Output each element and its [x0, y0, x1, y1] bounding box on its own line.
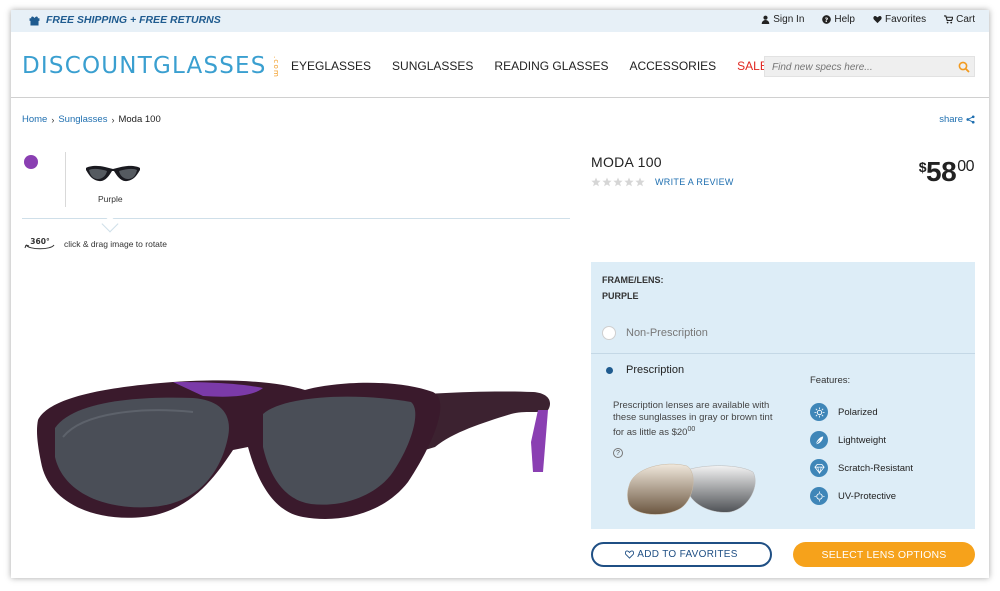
- chevron-right-icon: ›: [111, 114, 115, 125]
- product-image-sunglasses[interactable]: [33, 352, 563, 532]
- search-icon[interactable]: [958, 61, 970, 73]
- main-nav: EYEGLASSES SUNGLASSES READING GLASSES AC…: [291, 59, 768, 73]
- select-lens-options-button[interactable]: SELECT LENS OPTIONS: [793, 542, 975, 567]
- gift-icon: [29, 16, 40, 25]
- feature-scratch-resistant: Scratch-Resistant: [810, 459, 913, 477]
- prescription-radio[interactable]: [602, 363, 616, 377]
- non-prescription-option[interactable]: Non-Prescription: [602, 326, 708, 340]
- breadcrumb-sunglasses[interactable]: Sunglasses: [58, 114, 107, 125]
- chevron-right-icon: ›: [51, 114, 55, 125]
- nav-accessories[interactable]: ACCESSORIES: [629, 59, 716, 73]
- price-cents: 00: [957, 158, 974, 175]
- feature-label: Lightweight: [838, 434, 887, 446]
- help-icon: ?: [822, 15, 832, 24]
- help-label: Help: [834, 14, 855, 25]
- feather-icon: [810, 431, 828, 449]
- star-icon: [602, 177, 612, 187]
- frame-lens-value: PURPLE: [602, 291, 639, 301]
- browser-page: FREE SHIPPING + FREE RETURNS Sign In ? H…: [11, 10, 989, 578]
- site-logo[interactable]: DISCOUNTGLASSES .com: [22, 53, 287, 79]
- non-prescription-label: Non-Prescription: [626, 327, 708, 339]
- non-prescription-radio[interactable]: [602, 326, 616, 340]
- user-icon: [761, 15, 770, 24]
- rotate-badge: 360°: [30, 237, 50, 246]
- feature-uv-protective: UV-Protective: [810, 487, 896, 505]
- prescription-info: Prescription lenses are available with t…: [613, 400, 778, 439]
- lens-options-panel: FRAME/LENS: PURPLE Non-Prescription Pres…: [591, 262, 975, 529]
- sign-in-label: Sign In: [773, 14, 805, 25]
- rating-stars: [591, 177, 645, 187]
- share-link[interactable]: share: [939, 114, 975, 125]
- prescription-option[interactable]: Prescription: [602, 363, 684, 377]
- rotate-hint: 360° click & drag image to rotate: [24, 237, 167, 251]
- help-link[interactable]: ? Help: [822, 14, 855, 25]
- utility-links: Sign In ? Help Favorites Cart: [761, 14, 975, 25]
- select-lens-options-label: SELECT LENS OPTIONS: [821, 548, 947, 561]
- search-box: [764, 56, 975, 77]
- price-dollars: 58: [926, 156, 957, 187]
- free-shipping-banner[interactable]: FREE SHIPPING + FREE RETURNS: [29, 14, 221, 26]
- feature-label: Scratch-Resistant: [838, 462, 913, 474]
- diamond-icon: [810, 459, 828, 477]
- thumbnail-label: Purple: [98, 194, 123, 204]
- utility-bar: FREE SHIPPING + FREE RETURNS Sign In ? H…: [11, 10, 989, 32]
- price-currency: $: [918, 159, 927, 175]
- feature-label: Polarized: [838, 406, 878, 418]
- nav-eyeglasses[interactable]: EYEGLASSES: [291, 59, 371, 73]
- breadcrumb-home[interactable]: Home: [22, 114, 47, 125]
- star-icon: [613, 177, 623, 187]
- breadcrumb-current: Moda 100: [118, 114, 161, 125]
- heart-outline-icon: [625, 550, 635, 559]
- product-name: MODA 100: [591, 154, 662, 170]
- star-icon: [635, 177, 645, 187]
- site-header: DISCOUNTGLASSES .com EYEGLASSES SUNGLASSE…: [11, 32, 989, 98]
- frame-lens-label: FRAME/LENS:: [602, 275, 664, 285]
- heart-icon: [873, 15, 882, 24]
- cart-label: Cart: [956, 14, 975, 25]
- sun-icon: [810, 403, 828, 421]
- product-price: $5800: [918, 156, 975, 188]
- logo-text: DISCOUNTGLASSES: [22, 53, 267, 79]
- uv-icon: [810, 487, 828, 505]
- breadcrumb: Home › Sunglasses › Moda 100: [22, 114, 161, 125]
- free-shipping-text: FREE SHIPPING + FREE RETURNS: [46, 14, 221, 26]
- favorites-link[interactable]: Favorites: [873, 14, 926, 25]
- cart-icon: [944, 15, 954, 24]
- add-to-favorites-label: ADD TO FAVORITES: [637, 549, 738, 560]
- info-help-icon[interactable]: ?: [613, 448, 623, 458]
- write-review-link[interactable]: WRITE A REVIEW: [655, 177, 734, 187]
- tinted-lenses-image: [627, 463, 756, 515]
- cart-link[interactable]: Cart: [944, 14, 975, 25]
- star-icon: [624, 177, 634, 187]
- share-label: share: [939, 114, 963, 125]
- thumbnail-purple[interactable]: [83, 160, 143, 188]
- share-icon: [966, 115, 975, 124]
- feature-lightweight: Lightweight: [810, 431, 886, 449]
- add-to-favorites-button[interactable]: ADD TO FAVORITES: [591, 542, 772, 567]
- nav-reading-glasses[interactable]: READING GLASSES: [494, 59, 608, 73]
- prescription-info-price: $20: [671, 427, 688, 439]
- star-icon: [591, 177, 601, 187]
- nav-sunglasses[interactable]: SUNGLASSES: [392, 59, 473, 73]
- color-swatch-purple[interactable]: [24, 155, 38, 169]
- divider: [65, 152, 66, 207]
- prescription-info-price-cents: 00: [687, 426, 696, 433]
- favorites-label: Favorites: [884, 14, 927, 25]
- svg-text:?: ?: [825, 17, 829, 24]
- option-divider: [591, 353, 975, 354]
- rotate-360-icon: 360°: [24, 237, 55, 250]
- prescription-label: Prescription: [626, 364, 685, 376]
- features-title: Features:: [810, 375, 851, 386]
- feature-polarized: Polarized: [810, 403, 878, 421]
- search-input[interactable]: [765, 58, 945, 77]
- logo-suffix: .com: [271, 55, 280, 78]
- gallery-divider: [22, 218, 570, 219]
- feature-label: UV-Protective: [838, 490, 897, 502]
- rotate-hint-text: click & drag image to rotate: [64, 239, 167, 249]
- sign-in-link[interactable]: Sign In: [761, 14, 804, 25]
